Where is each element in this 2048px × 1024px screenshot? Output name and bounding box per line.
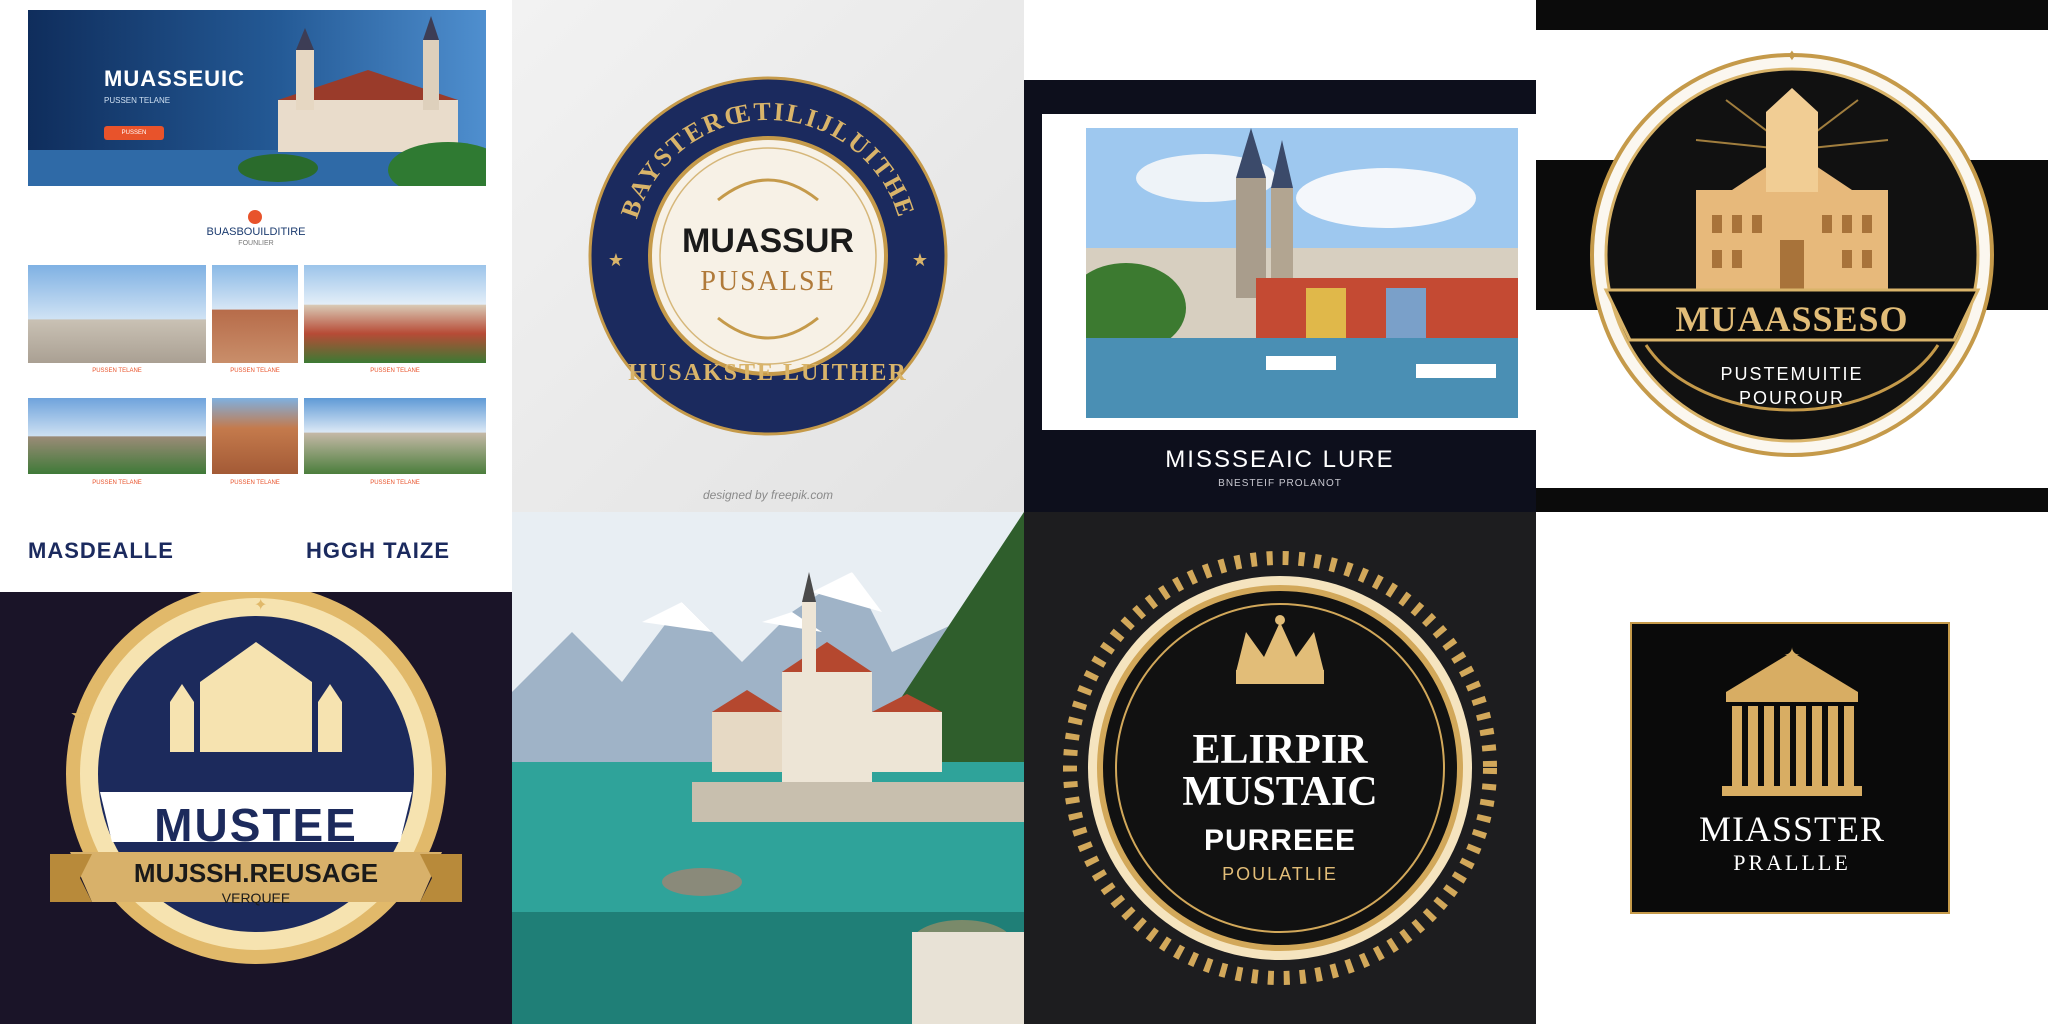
photo-subcaption: BNESTEIF PROLANOT <box>1218 478 1342 489</box>
crown-emblem-tile: ELIRPIR MUSTAIC PURREEE POULATLIE <box>1024 512 1536 1024</box>
framed-photo-tile: MISSSEAIC LURE BNESTEIF PROLANOT <box>1024 0 1536 512</box>
svg-text:✦: ✦ <box>1784 645 1801 667</box>
svg-text:✦: ✦ <box>254 597 267 614</box>
emblem-line4: POULATLIE <box>1222 864 1338 884</box>
logo-line1: MIASSTER <box>1698 809 1886 849</box>
lake-landscape-tile <box>512 512 1024 1024</box>
shield-title: MUSTEE <box>154 799 358 851</box>
image-grid: MUASSEUIC PUSSEN TELANE PUSSEN BUASBOUIL… <box>0 0 2048 1024</box>
round-badge-tile: BAYSTERŒTILIJLUITHE ★ ★ MUASSUR PUSALSE … <box>512 0 1024 512</box>
gallery-thumb[interactable] <box>304 398 486 474</box>
gallery-thumb[interactable] <box>304 265 486 363</box>
badge-subtitle: PUSALSE <box>700 266 836 297</box>
badge-ring-bottom-text: HUSAKSTE LUITHER <box>628 360 908 386</box>
gallery-thumb[interactable] <box>212 398 298 474</box>
section-title: BUASBOUILDITIRE <box>206 226 306 238</box>
emblem-line1: ELIRPIR <box>1192 727 1368 773</box>
crest-line1: PUSTEMUITIE <box>1720 364 1864 384</box>
gallery-caption: PUSSEN TELANE <box>92 480 142 486</box>
gallery-caption: PUSSEN TELANE <box>370 480 420 486</box>
gallery-thumb[interactable] <box>28 265 206 363</box>
gallery-thumb[interactable] <box>212 265 298 363</box>
gallery-caption: PUSSEN TELANE <box>92 368 142 374</box>
emblem-line3: PURREEE <box>1203 824 1357 857</box>
logo-line2: PRALLLE <box>1733 850 1851 875</box>
gallery-thumb[interactable] <box>28 398 206 474</box>
crest-title: MUAASSESO <box>1675 299 1909 339</box>
hero-castle-illustration <box>28 16 486 186</box>
frame-dark-top <box>1024 80 1536 114</box>
emblem-line2: MUSTAIC <box>1182 769 1378 815</box>
header-right-label: HGGH TAIZE <box>306 538 451 563</box>
shield-small-text: VERQUEE <box>221 890 291 906</box>
monument-icon: ✦ <box>1722 645 1862 796</box>
section-logo-icon <box>248 210 262 224</box>
crest-line2: POUROUR <box>1738 388 1845 408</box>
square-logo-tile: ✦ MIASSTER PRALLLE <box>1536 512 2048 1024</box>
gallery-caption: PUSSEN TELANE <box>370 368 420 374</box>
photo-caption: MISSSEAIC LURE <box>1165 446 1395 473</box>
hero-cta-button[interactable]: PUSSEN <box>104 126 164 140</box>
museum-crest-tile: ♦ MUAASSESO PUSTEMUITIE POUROUR <box>1536 0 2048 512</box>
frame-dark-left <box>1024 114 1042 430</box>
svg-text:★: ★ <box>70 705 88 727</box>
header-left-label: MASDEALLE <box>28 538 174 563</box>
badge-title: MUASSUR <box>682 222 854 260</box>
website-mockup-tile: MUASSEUIC PUSSEN TELANE PUSSEN BUASBOUIL… <box>0 0 512 512</box>
gallery-caption: PUSSEN TELANE <box>230 480 280 486</box>
lake-landscape-photo <box>512 512 1024 1024</box>
hero-banner: MUASSEUIC PUSSEN TELANE PUSSEN <box>28 10 486 186</box>
shield-badge-tile: MASDEALLE HGGH TAIZE ★ ★ ✦ MUSTEE MUJSSH.R… <box>0 512 512 1024</box>
hero-subtitle: PUSSEN TELANE <box>104 96 171 105</box>
section-subtitle: FOUNLIER <box>238 240 274 247</box>
hero-title: MUASSEUIC <box>104 66 246 91</box>
watermark: designed by freepik.com <box>702 488 834 502</box>
gallery-caption: PUSSEN TELANE <box>230 368 280 374</box>
shield-ribbon-text: MUJSSH.REUSAGE <box>133 858 379 888</box>
crest-graphic: ♦ <box>1590 47 1994 457</box>
svg-text:★: ★ <box>420 705 438 727</box>
svg-text:♦: ♦ <box>1788 47 1796 64</box>
city-river-photo <box>1086 128 1518 418</box>
